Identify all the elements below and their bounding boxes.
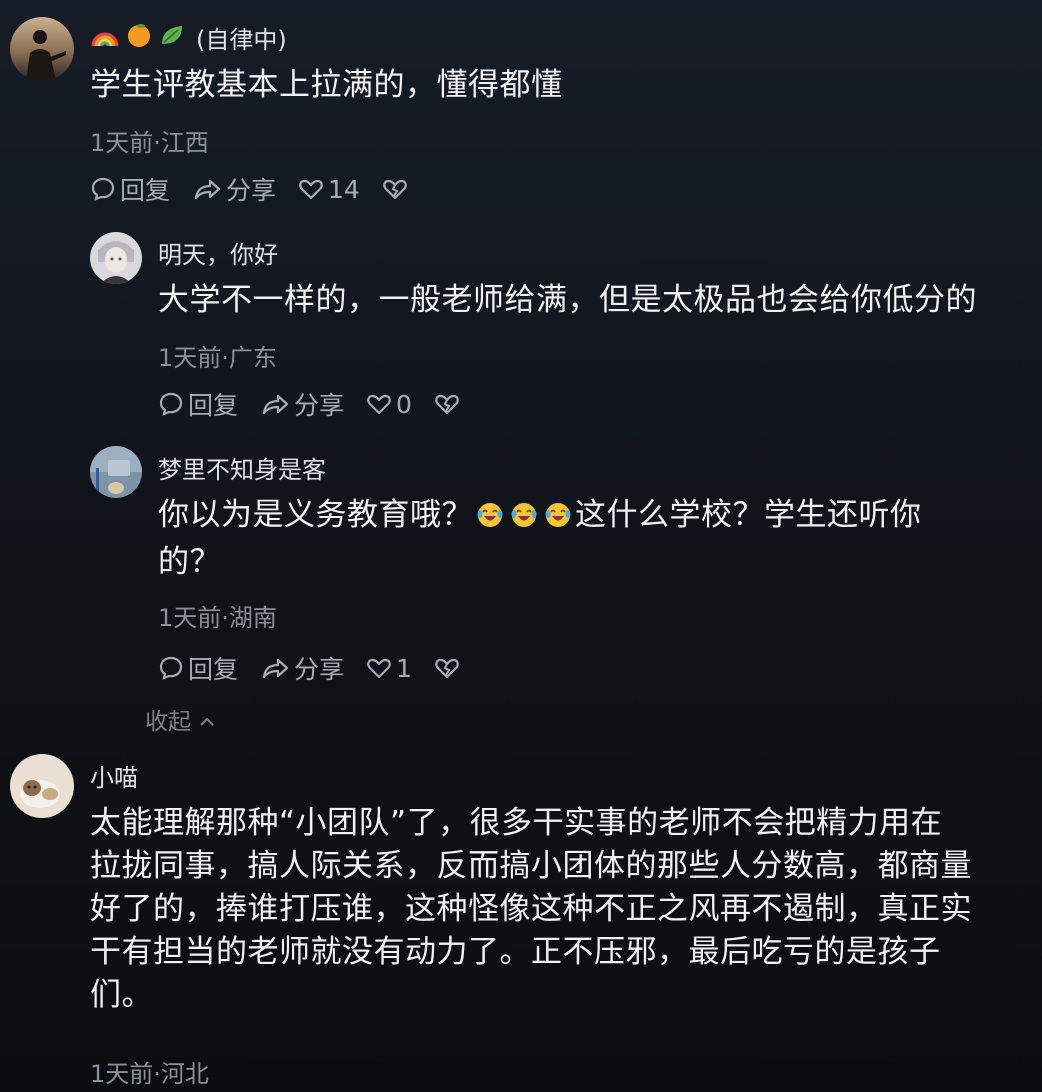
reply-label: 回复 — [188, 655, 239, 684]
username-label: 梦里不知身是客 — [158, 456, 326, 484]
avatar[interactable] — [10, 754, 74, 818]
dislike-button[interactable] — [434, 392, 464, 416]
comment-meta: 1天前·江西 — [90, 129, 209, 157]
comment-meta: 1天前·河北 — [90, 1060, 209, 1088]
collapse-replies-button[interactable]: 收起 — [145, 702, 216, 736]
like-button[interactable]: 1 — [366, 654, 412, 683]
dislike-button[interactable] — [382, 177, 412, 201]
comment-meta: 1天前·湖南 — [158, 604, 277, 632]
comment-bubble-icon — [159, 392, 183, 416]
broken-heart-icon — [383, 179, 407, 200]
username-label: 明天，你好 — [158, 241, 278, 269]
heart-icon — [367, 658, 391, 679]
comment-actions: 回复 分享 14 — [90, 171, 434, 207]
username[interactable]: (自律中) — [90, 20, 287, 55]
username[interactable]: 小喵 — [90, 758, 138, 793]
like-count: 0 — [396, 389, 412, 419]
reply-button[interactable]: 回复 — [90, 171, 170, 207]
comment-text: 大学不一样的，一般老师给满，但是太极品也会给你低分的 — [158, 282, 977, 318]
share-arrow-icon — [262, 394, 289, 415]
dislike-button[interactable] — [434, 656, 464, 680]
comment-text-part3: 的？ — [158, 544, 221, 580]
reply-label: 回复 — [120, 176, 171, 205]
comment-2: 小喵 太能理解那种“小团队”了，很多干实事的老师不会把精力用在 拉拢同事，搞人际… — [0, 740, 1042, 1092]
username-label: 小喵 — [90, 764, 138, 792]
reply-button[interactable]: 回复 — [158, 650, 238, 686]
username-label: (自律中) — [196, 26, 287, 54]
chevron-up-icon — [200, 717, 215, 726]
avatar[interactable] — [90, 446, 142, 498]
heart-icon — [367, 394, 391, 415]
username[interactable]: 梦里不知身是客 — [158, 450, 326, 485]
orange-icon — [126, 22, 152, 54]
avatar[interactable] — [10, 17, 74, 81]
comment-actions: 回复 分享 0 — [158, 386, 486, 422]
share-arrow-icon — [262, 658, 289, 679]
share-label: 分享 — [294, 391, 345, 420]
comment-text-line: 好了的，捧谁打压谁，这种怪像这种不正之风再不遏制，真正实 — [90, 891, 972, 927]
comment-bubble-icon — [91, 177, 115, 201]
collapse-label: 收起 — [145, 709, 191, 735]
broken-heart-icon — [435, 394, 459, 415]
comment-1: (自律中) 学生评教基本上拉满的，懂得都懂 1天前·江西 回复 分享 14 — [0, 0, 1042, 215]
share-button[interactable]: 分享 — [192, 171, 276, 207]
comment-text: 太能理解那种“小团队”了，很多干实事的老师不会把精力用在 拉拢同事，搞人际关系，… — [90, 802, 1030, 1017]
reply-2: 梦里不知身是客 你以为是义务教育哦？ 这什么学校？学生还听你的？ 1天前·湖南 回… — [0, 430, 1042, 700]
comment-actions: 回复 分享 1 — [158, 650, 486, 686]
broken-heart-icon — [435, 658, 459, 679]
share-label: 分享 — [294, 655, 345, 684]
share-arrow-icon — [194, 179, 221, 200]
comment-bubble-icon — [159, 656, 183, 680]
comment-text-line: 干有担当的老师就没有动力了。正不压邪，最后吃亏的是孩子 — [90, 934, 941, 970]
avatar[interactable] — [90, 232, 142, 284]
comment-meta: 1天前·广东 — [158, 344, 277, 372]
like-button[interactable]: 0 — [366, 390, 412, 419]
share-button[interactable]: 分享 — [260, 386, 344, 422]
reply-button[interactable]: 回复 — [158, 386, 238, 422]
comment-text: 学生评教基本上拉满的，懂得都懂 — [90, 67, 563, 103]
like-count: 1 — [396, 653, 412, 683]
like-count: 14 — [328, 174, 360, 204]
laughing-tears-icon — [544, 498, 572, 541]
comment-text-line: 们。 — [90, 977, 153, 1013]
comment-text: 你以为是义务教育哦？ 这什么学校？学生还听你的？ — [158, 494, 1018, 584]
like-button[interactable]: 14 — [298, 175, 360, 204]
comment-text-part2: 这什么学校？学生还听你 — [575, 497, 922, 533]
reply-label: 回复 — [188, 391, 239, 420]
reply-1: 明天，你好 大学不一样的，一般老师给满，但是太极品也会给你低分的 1天前·广东 … — [0, 215, 1042, 435]
laughing-tears-icon — [476, 498, 504, 541]
comment-text-part1: 你以为是义务教育哦？ — [158, 497, 473, 533]
share-button[interactable]: 分享 — [260, 650, 344, 686]
rainbow-icon — [90, 22, 120, 54]
leaf-icon — [158, 22, 186, 54]
laughing-tears-icon — [510, 498, 538, 541]
username[interactable]: 明天，你好 — [158, 235, 278, 270]
comment-text-line: 太能理解那种“小团队”了，很多干实事的老师不会把精力用在 — [90, 805, 943, 841]
comment-text-line: 拉拢同事，搞人际关系，反而搞小团体的那些人分数高，都商量 — [90, 848, 972, 884]
share-label: 分享 — [226, 176, 277, 205]
heart-icon — [299, 179, 323, 200]
